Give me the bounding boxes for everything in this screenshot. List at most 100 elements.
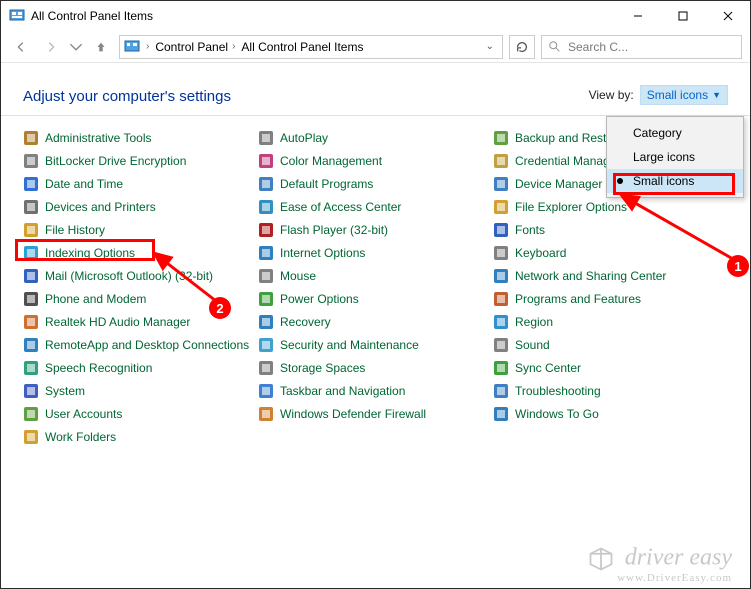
mail-icon: [23, 268, 39, 284]
search-input[interactable]: Search C...: [541, 35, 742, 59]
refresh-button[interactable]: [509, 35, 535, 59]
cp-item-sound[interactable]: Sound: [493, 337, 728, 353]
cp-item-devices-and-printers[interactable]: Devices and Printers: [23, 199, 258, 215]
cp-item-label: Flash Player (32-bit): [280, 223, 388, 237]
cp-item-file-history[interactable]: File History: [23, 222, 258, 238]
cp-item-administrative-tools[interactable]: Administrative Tools: [23, 130, 258, 146]
cp-item-default-programs[interactable]: Default Programs: [258, 176, 493, 192]
cp-item-label: BitLocker Drive Encryption: [45, 154, 186, 168]
maximize-button[interactable]: [660, 1, 705, 31]
cp-item-label: Windows To Go: [515, 407, 599, 421]
address-dropdown-icon[interactable]: ⌄: [486, 41, 494, 52]
cp-item-windows-defender-firewall[interactable]: Windows Defender Firewall: [258, 406, 493, 422]
cp-item-label: Sound: [515, 338, 550, 352]
column-1: AutoPlay Color Management Default Programs…: [258, 130, 493, 445]
address-bar[interactable]: › Control Panel› All Control Panel Items…: [119, 35, 503, 59]
cp-item-system[interactable]: System: [23, 383, 258, 399]
view-by: View by: Small icons▼: [589, 85, 728, 105]
cp-item-speech-recognition[interactable]: Speech Recognition: [23, 360, 258, 376]
cp-item-indexing-options[interactable]: Indexing Options: [23, 245, 258, 261]
close-button[interactable]: [705, 1, 750, 31]
page-heading: Adjust your computer's settings: [23, 88, 231, 105]
dropdown-category[interactable]: Category: [607, 121, 743, 145]
printer-icon: [23, 199, 39, 215]
cp-item-fonts[interactable]: Fonts: [493, 222, 728, 238]
up-button[interactable]: [89, 35, 113, 59]
cp-item-label: Realtek HD Audio Manager: [45, 315, 190, 329]
view-by-selector[interactable]: Small icons▼: [640, 85, 728, 105]
keyboard-icon: [493, 245, 509, 261]
cp-item-power-options[interactable]: Power Options: [258, 291, 493, 307]
system-icon: [23, 383, 39, 399]
cp-item-flash-player-32-bit[interactable]: Flash Player (32-bit): [258, 222, 493, 238]
cp-item-label: Storage Spaces: [280, 361, 365, 375]
cp-item-user-accounts[interactable]: User Accounts: [23, 406, 258, 422]
forward-button[interactable]: [39, 35, 63, 59]
cp-item-bitlocker-drive-encryption[interactable]: BitLocker Drive Encryption: [23, 153, 258, 169]
cp-item-security-and-maintenance[interactable]: Security and Maintenance: [258, 337, 493, 353]
cp-item-label: Device Manager: [515, 177, 602, 191]
cp-item-ease-of-access-center[interactable]: Ease of Access Center: [258, 199, 493, 215]
speech-icon: [23, 360, 39, 376]
network-icon: [493, 268, 509, 284]
cp-item-label: Mouse: [280, 269, 316, 283]
cp-item-network-and-sharing-center[interactable]: Network and Sharing Center: [493, 268, 728, 284]
cp-item-autoplay[interactable]: AutoPlay: [258, 130, 493, 146]
default-icon: [258, 176, 274, 192]
clock-icon: [23, 176, 39, 192]
watermark-logo-icon: [587, 545, 615, 573]
cp-item-keyboard[interactable]: Keyboard: [493, 245, 728, 261]
cp-item-label: Administrative Tools: [45, 131, 152, 145]
cp-item-mail-microsoft-outlook-32-bit[interactable]: Mail (Microsoft Outlook) (32-bit): [23, 268, 258, 284]
cp-item-label: Default Programs: [280, 177, 373, 191]
cp-item-label: Credential Manager: [515, 154, 620, 168]
cp-item-file-explorer-options[interactable]: File Explorer Options: [493, 199, 728, 215]
cp-item-label: Sync Center: [515, 361, 581, 375]
sub-header: Adjust your computer's settings View by:…: [1, 63, 750, 115]
cp-item-internet-options[interactable]: Internet Options: [258, 245, 493, 261]
cred-icon: [493, 153, 509, 169]
view-by-label: View by:: [589, 88, 634, 102]
ease-icon: [258, 199, 274, 215]
taskbar-icon: [258, 383, 274, 399]
cp-item-date-and-time[interactable]: Date and Time: [23, 176, 258, 192]
cp-item-programs-and-features[interactable]: Programs and Features: [493, 291, 728, 307]
cp-item-windows-to-go[interactable]: Windows To Go: [493, 406, 728, 422]
cp-item-mouse[interactable]: Mouse: [258, 268, 493, 284]
index-icon: [23, 245, 39, 261]
back-button[interactable]: [9, 35, 33, 59]
cp-item-label: Network and Sharing Center: [515, 269, 666, 283]
view-by-dropdown: Category Large icons Small icons: [606, 116, 744, 198]
power-icon: [258, 291, 274, 307]
dropdown-large-icons[interactable]: Large icons: [607, 145, 743, 169]
cp-item-label: User Accounts: [45, 407, 122, 421]
cp-item-realtek-hd-audio-manager[interactable]: Realtek HD Audio Manager: [23, 314, 258, 330]
fonts-icon: [493, 222, 509, 238]
cp-item-label: Keyboard: [515, 246, 566, 260]
cp-item-storage-spaces[interactable]: Storage Spaces: [258, 360, 493, 376]
breadcrumb-all-items[interactable]: All Control Panel Items: [241, 40, 363, 54]
cp-item-label: Recovery: [280, 315, 331, 329]
sound-icon: [493, 337, 509, 353]
breadcrumb-control-panel[interactable]: Control Panel›: [155, 40, 237, 54]
cp-item-taskbar-and-navigation[interactable]: Taskbar and Navigation: [258, 383, 493, 399]
cp-item-troubleshooting[interactable]: Troubleshooting: [493, 383, 728, 399]
cp-item-sync-center[interactable]: Sync Center: [493, 360, 728, 376]
devmgr-icon: [493, 176, 509, 192]
color-icon: [258, 153, 274, 169]
mouse-icon: [258, 268, 274, 284]
title-bar: All Control Panel Items: [1, 1, 750, 31]
history-dropdown-icon[interactable]: [69, 35, 83, 59]
cp-item-remoteapp-and-desktop-connections[interactable]: RemoteApp and Desktop Connections: [23, 337, 258, 353]
cp-item-color-management[interactable]: Color Management: [258, 153, 493, 169]
cp-item-phone-and-modem[interactable]: Phone and Modem: [23, 291, 258, 307]
search-placeholder: Search C...: [568, 40, 628, 54]
cp-item-work-folders[interactable]: Work Folders: [23, 429, 258, 445]
address-row: › Control Panel› All Control Panel Items…: [1, 31, 750, 63]
search-icon: [548, 40, 562, 54]
cp-item-recovery[interactable]: Recovery: [258, 314, 493, 330]
cp-item-label: Fonts: [515, 223, 545, 237]
dropdown-small-icons[interactable]: Small icons: [607, 169, 743, 193]
minimize-button[interactable]: [615, 1, 660, 31]
cp-item-region[interactable]: Region: [493, 314, 728, 330]
